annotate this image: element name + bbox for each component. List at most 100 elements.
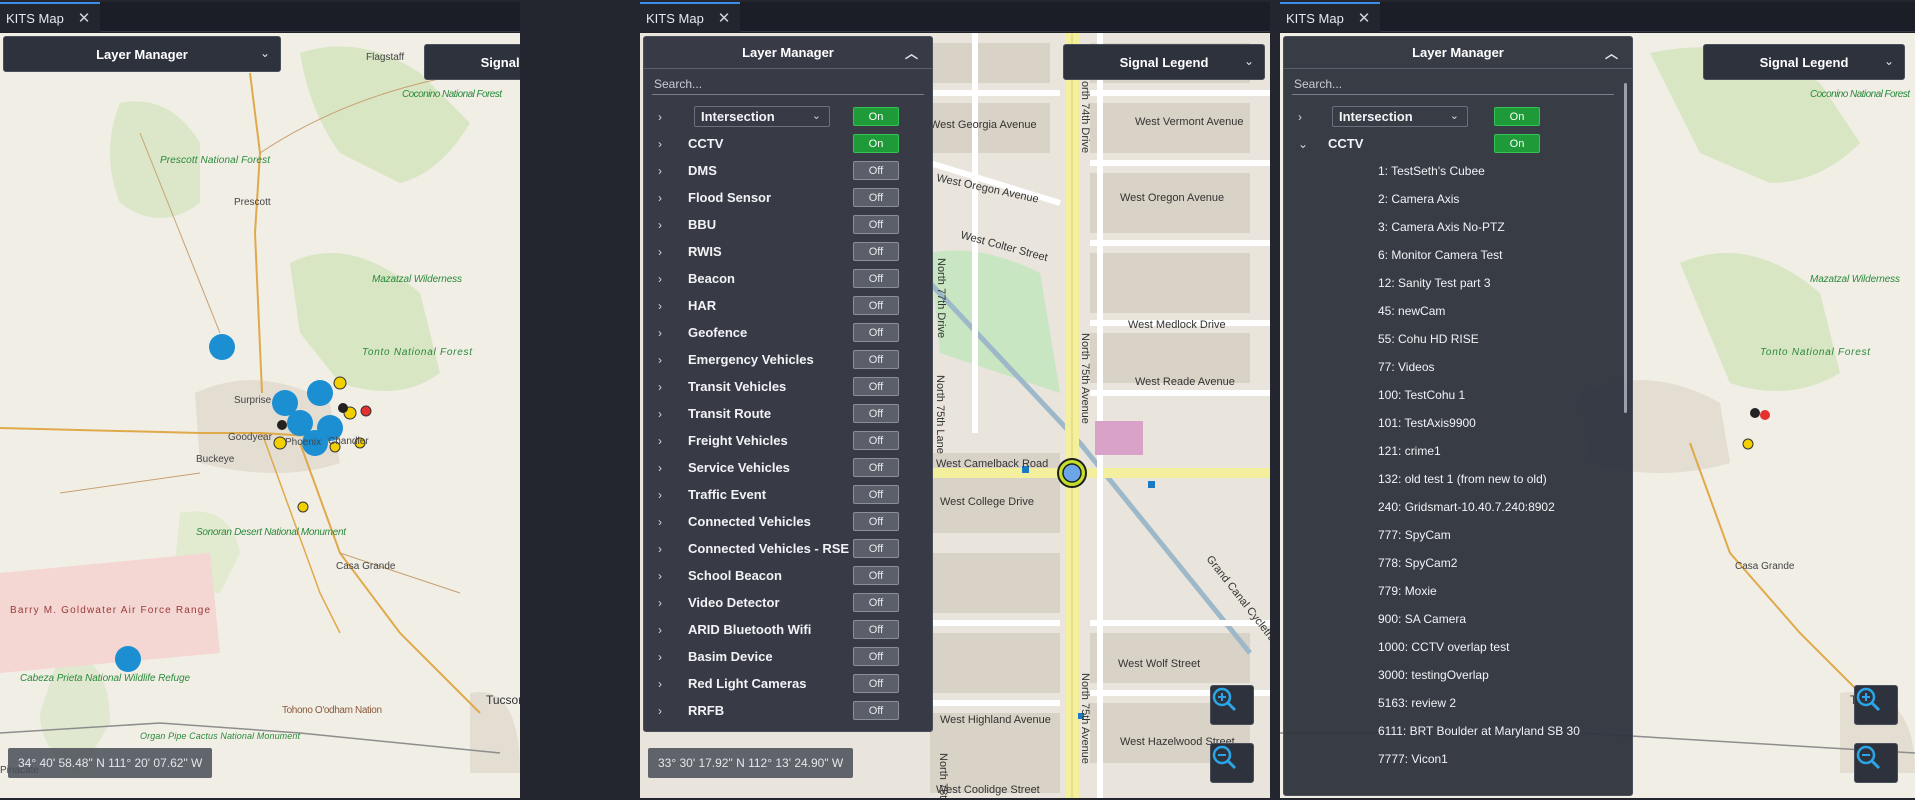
layer-toggle[interactable]: On xyxy=(1494,107,1540,126)
layer-toggle[interactable]: Off xyxy=(853,269,899,288)
layer-toggle[interactable]: Off xyxy=(853,620,899,639)
chevron-right-icon[interactable]: › xyxy=(658,245,662,259)
layer-toggle[interactable]: Off xyxy=(853,485,899,504)
layer-toggle[interactable]: On xyxy=(853,134,899,153)
cctv-list-item[interactable]: 45: newCam xyxy=(1284,297,1632,325)
layer-toggle[interactable]: On xyxy=(853,107,899,126)
scrollbar[interactable] xyxy=(1624,83,1627,413)
chevron-right-icon[interactable]: › xyxy=(658,677,662,691)
layer-row[interactable]: › DMS Off xyxy=(644,157,932,184)
cctv-list-item[interactable]: 6111: BRT Boulder at Maryland SB 30 xyxy=(1284,717,1632,745)
layer-manager-header[interactable]: Layer Manager ︿ xyxy=(644,37,932,69)
cctv-list-item[interactable]: 778: SpyCam2 xyxy=(1284,549,1632,577)
chevron-right-icon[interactable]: › xyxy=(658,488,662,502)
tab-kits-map-3[interactable]: KITS Map ✕ xyxy=(1280,2,1381,32)
zoom-out-button[interactable] xyxy=(1854,743,1898,783)
layer-row[interactable]: › Beacon Off xyxy=(644,265,932,292)
signal-legend-dropdown[interactable]: Signal Legend ⌄ xyxy=(1063,44,1265,80)
cctv-list-item[interactable]: 7777: Vicon1 xyxy=(1284,745,1632,773)
cctv-list-item[interactable]: 5163: review 2 xyxy=(1284,689,1632,717)
layer-search-input[interactable] xyxy=(652,73,924,95)
layer-toggle[interactable]: Off xyxy=(853,431,899,450)
layer-toggle[interactable]: Off xyxy=(853,377,899,396)
cctv-list-item[interactable]: 77: Videos xyxy=(1284,353,1632,381)
chevron-right-icon[interactable]: › xyxy=(658,191,662,205)
layer-toggle[interactable]: Off xyxy=(853,215,899,234)
layer-toggle[interactable]: Off xyxy=(853,539,899,558)
tab-kits-map-1[interactable]: KITS Map ✕ xyxy=(0,2,101,32)
layer-row[interactable]: › Flood Sensor Off xyxy=(644,184,932,211)
zoom-out-button[interactable] xyxy=(1210,743,1254,783)
layer-toggle[interactable]: Off xyxy=(853,674,899,693)
cctv-list-item[interactable]: 777: SpyCam xyxy=(1284,521,1632,549)
layer-toggle[interactable]: Off xyxy=(853,701,899,720)
layer-toggle[interactable]: Off xyxy=(853,350,899,369)
close-icon[interactable]: ✕ xyxy=(1358,9,1371,27)
layer-row-intersection[interactable]: › Intersection ⌄ On xyxy=(1284,103,1632,130)
chevron-right-icon[interactable]: › xyxy=(658,407,662,421)
chevron-right-icon[interactable]: › xyxy=(1298,110,1302,124)
cctv-list-item[interactable]: 2: Camera Axis xyxy=(1284,185,1632,213)
chevron-right-icon[interactable]: › xyxy=(658,623,662,637)
layer-row-cctv[interactable]: ⌄ CCTV On xyxy=(1284,130,1632,157)
layer-row[interactable]: › Geofence Off xyxy=(644,319,932,346)
layer-toggle[interactable]: Off xyxy=(853,458,899,477)
chevron-down-icon[interactable]: ⌄ xyxy=(1298,137,1308,151)
signal-legend-dropdown[interactable]: Signal Legend ⌄ xyxy=(424,44,520,80)
cctv-list-item[interactable]: 132: old test 1 (from new to old) xyxy=(1284,465,1632,493)
cctv-list-item[interactable]: 3000: testingOverlap xyxy=(1284,661,1632,689)
chevron-right-icon[interactable]: › xyxy=(658,515,662,529)
layer-row[interactable]: › RRFB Off xyxy=(644,697,932,724)
layer-row[interactable]: › Emergency Vehicles Off xyxy=(644,346,932,373)
chevron-right-icon[interactable]: › xyxy=(658,326,662,340)
close-icon[interactable]: ✕ xyxy=(78,9,91,27)
chevron-right-icon[interactable]: › xyxy=(658,596,662,610)
street-map[interactable]: West Georgia Avenue West Vermont Avenue … xyxy=(640,33,1270,798)
layer-toggle[interactable]: Off xyxy=(853,593,899,612)
layer-row[interactable]: › ARID Bluetooth Wifi Off xyxy=(644,616,932,643)
chevron-right-icon[interactable]: › xyxy=(658,704,662,718)
chevron-right-icon[interactable]: › xyxy=(658,434,662,448)
layer-row[interactable]: › Basim Device Off xyxy=(644,643,932,670)
layer-toggle[interactable]: Off xyxy=(853,323,899,342)
layer-row[interactable]: › Connected Vehicles - RSE Off xyxy=(644,535,932,562)
chevron-right-icon[interactable]: › xyxy=(658,272,662,286)
layer-toggle[interactable]: Off xyxy=(853,566,899,585)
region-map[interactable]: Flagstaff Prescott Surprise Goodyear Pho… xyxy=(0,33,520,798)
layer-row[interactable]: › HAR Off xyxy=(644,292,932,319)
cctv-list-item[interactable]: 779: Moxie xyxy=(1284,577,1632,605)
signal-legend-dropdown[interactable]: Signal Legend ⌄ xyxy=(1703,44,1905,80)
cctv-list-item[interactable]: 6: Monitor Camera Test xyxy=(1284,241,1632,269)
layer-row[interactable]: › Connected Vehicles Off xyxy=(644,508,932,535)
cctv-list-item[interactable]: 12: Sanity Test part 3 xyxy=(1284,269,1632,297)
intersection-select[interactable]: Intersection ⌄ xyxy=(1332,106,1468,127)
layer-toggle[interactable]: Off xyxy=(853,296,899,315)
tab-kits-map-2[interactable]: KITS Map ✕ xyxy=(640,2,741,32)
layer-toggle[interactable]: On xyxy=(1494,134,1540,153)
intersection-select[interactable]: Intersection ⌄ xyxy=(694,106,830,127)
layer-row[interactable]: › Service Vehicles Off xyxy=(644,454,932,481)
layer-row[interactable]: › Transit Vehicles Off xyxy=(644,373,932,400)
chevron-right-icon[interactable]: › xyxy=(658,137,662,151)
cctv-list-item[interactable]: 240: Gridsmart-10.40.7.240:8902 xyxy=(1284,493,1632,521)
cctv-list-item[interactable]: 1: TestSeth's Cubee xyxy=(1284,157,1632,185)
layer-row[interactable]: › Video Detector Off xyxy=(644,589,932,616)
cctv-list-item[interactable]: 121: crime1 xyxy=(1284,437,1632,465)
layer-row[interactable]: › CCTV On xyxy=(644,130,932,157)
layer-toggle[interactable]: Off xyxy=(853,512,899,531)
cctv-list-item[interactable]: 1000: CCTV overlap test xyxy=(1284,633,1632,661)
chevron-right-icon[interactable]: › xyxy=(658,299,662,313)
layer-toggle[interactable]: Off xyxy=(853,242,899,261)
chevron-right-icon[interactable]: › xyxy=(658,569,662,583)
layer-row[interactable]: › Intersection ⌄ On xyxy=(644,103,932,130)
layer-manager-dropdown[interactable]: Layer Manager ⌄ xyxy=(3,36,281,72)
zoom-in-button[interactable] xyxy=(1210,685,1254,725)
chevron-right-icon[interactable]: › xyxy=(658,650,662,664)
layer-search-input[interactable] xyxy=(1292,73,1614,95)
chevron-right-icon[interactable]: › xyxy=(658,461,662,475)
cctv-list-item[interactable]: 3: Camera Axis No-PTZ xyxy=(1284,213,1632,241)
cctv-list-item[interactable]: 100: TestCohu 1 xyxy=(1284,381,1632,409)
zoom-in-button[interactable] xyxy=(1854,685,1898,725)
cctv-list-item[interactable]: 101: TestAxis9900 xyxy=(1284,409,1632,437)
layer-toggle[interactable]: Off xyxy=(853,404,899,423)
